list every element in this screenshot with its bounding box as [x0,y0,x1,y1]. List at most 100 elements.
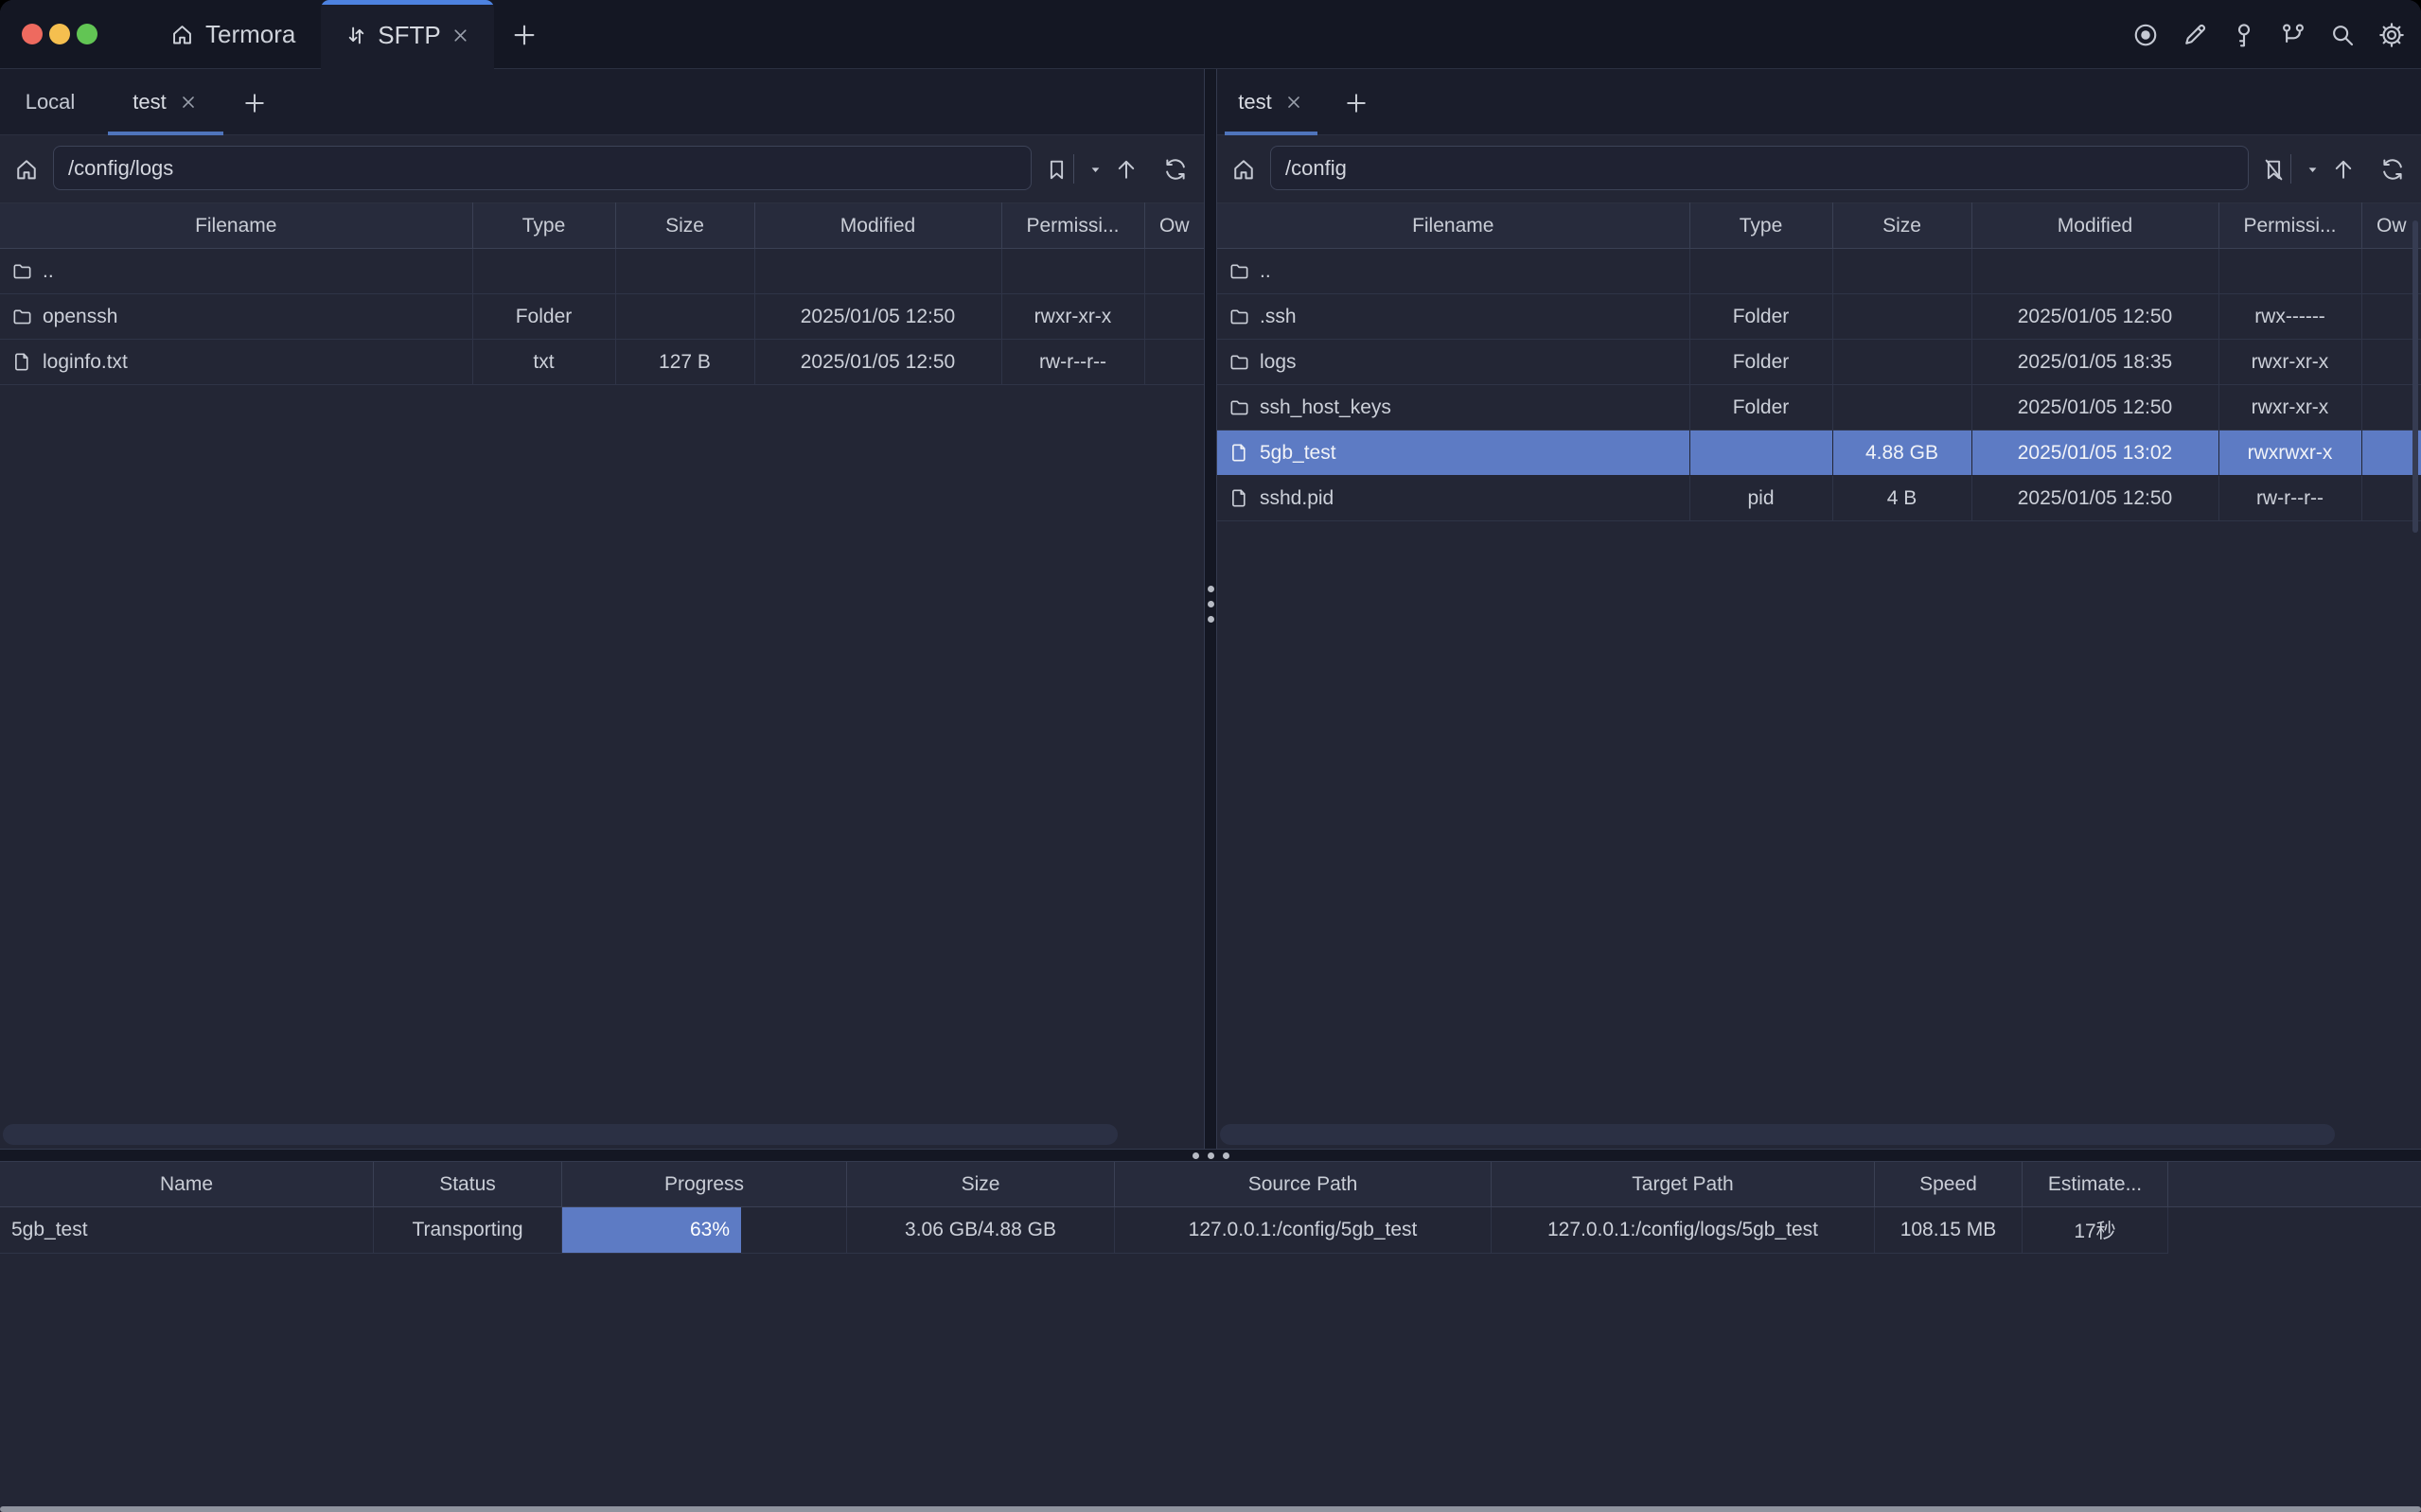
parent-directory-button[interactable] [1111,154,1141,185]
tab-local[interactable]: Local [0,69,100,135]
parent-directory-button[interactable] [2328,154,2359,185]
file-modified [1971,249,2218,294]
new-session-button[interactable] [1340,87,1372,119]
col-source-path[interactable]: Source Path [1115,1162,1492,1206]
file-modified: 2025/01/05 12:50 [754,294,1001,340]
home-button[interactable] [11,154,42,185]
vertical-scrollbar-thumb[interactable] [2412,220,2418,533]
transfer-row[interactable]: 5gb_test Transporting 63% 3.06 GB/4.88 G… [0,1207,2168,1254]
new-tab-button[interactable] [507,18,541,52]
pane-splitter[interactable] [1204,69,1217,1149]
bookmark-button[interactable] [2258,154,2288,185]
file-type: Folder [1689,294,1832,340]
home-icon [169,22,195,47]
col-permissions[interactable]: Permissi... [2218,203,2361,249]
col-owner[interactable]: Ow [1144,203,1204,249]
bookmark-dropdown-button[interactable] [1080,154,1110,185]
col-modified[interactable]: Modified [754,203,1001,249]
path-input[interactable] [53,146,1032,190]
file-row[interactable]: loginfo.txt txt 127 B 2025/01/05 12:50 r… [0,340,1204,385]
file-name: loginfo.txt [43,351,128,374]
branch-button[interactable] [2279,21,2307,49]
splitter-dot [1223,1152,1229,1159]
col-filename[interactable]: Filename [1217,203,1689,249]
close-icon[interactable] [1283,92,1304,113]
col-estimate[interactable]: Estimate... [2023,1162,2168,1206]
arrow-up-icon [2330,156,2357,183]
col-size[interactable]: Size [615,203,754,249]
file-row[interactable]: openssh Folder 2025/01/05 12:50 rwxr-xr-… [0,294,1204,340]
new-session-button[interactable] [239,87,271,119]
app-tab-label: Termora [205,20,295,49]
tab-sftp[interactable]: SFTP [321,0,494,70]
splitter-dot [1208,586,1214,592]
edit-icon [2181,21,2209,49]
horizontal-scrollbar-thumb[interactable] [1220,1124,2335,1145]
tab-test-label: test [133,90,166,114]
file-row-selected[interactable]: 5gb_test 4.88 GB 2025/01/05 13:02 rwxrwx… [1217,431,2421,476]
col-type[interactable]: Type [472,203,615,249]
bookmark-dropdown-button[interactable] [2297,154,2327,185]
folder-icon [1228,351,1250,373]
refresh-button[interactable] [1160,154,1191,185]
home-button[interactable] [1228,154,1259,185]
col-type[interactable]: Type [1689,203,1832,249]
path-input[interactable] [1270,146,2249,190]
local-file-table: Filename Type Size Modified Permissi... … [0,202,1204,385]
zoom-window-button[interactable] [77,24,97,44]
col-size[interactable]: Size [1832,203,1971,249]
search-icon [2328,21,2357,49]
splitter-dot [1208,601,1214,607]
titlebar: Termora SFTP [0,0,2421,69]
file-row[interactable]: ssh_host_keys Folder 2025/01/05 12:50 rw… [1217,385,2421,431]
col-target-path[interactable]: Target Path [1492,1162,1875,1206]
col-status[interactable]: Status [374,1162,562,1206]
col-filename[interactable]: Filename [0,203,472,249]
tab-termora[interactable]: Termora [156,0,309,69]
arrow-up-icon [1113,156,1140,183]
chevron-down-icon [1087,162,1104,178]
col-modified[interactable]: Modified [1971,203,2218,249]
file-permissions: rwxr-xr-x [2218,340,2361,385]
transfer-estimate: 17秒 [2023,1207,2168,1253]
file-permissions: rw-r--r-- [1001,340,1144,385]
file-type [1689,249,1832,294]
file-size [1832,249,1971,294]
refresh-icon [1162,156,1189,183]
plus-icon [510,21,539,49]
file-size [1832,385,1971,431]
close-window-button[interactable] [22,24,43,44]
bookmark-button[interactable] [1041,154,1071,185]
col-progress[interactable]: Progress [562,1162,847,1206]
keys-button[interactable] [2230,21,2258,49]
col-size[interactable]: Size [847,1162,1115,1206]
col-permissions[interactable]: Permissi... [1001,203,1144,249]
file-modified: 2025/01/05 12:50 [1971,476,2218,521]
file-row[interactable]: .ssh Folder 2025/01/05 12:50 rwx------ [1217,294,2421,340]
file-name: logs [1260,351,1297,374]
chevron-down-icon [2305,162,2321,178]
file-row[interactable]: sshd.pid pid 4 B 2025/01/05 12:50 rw-r--… [1217,476,2421,521]
bottom-scrollbar-thumb[interactable] [0,1506,2421,1512]
refresh-button[interactable] [2377,154,2408,185]
file-row[interactable]: .. [1217,249,2421,294]
close-icon[interactable] [178,92,199,113]
file-type [1689,431,1832,476]
col-name[interactable]: Name [0,1162,374,1206]
transfer-panel-splitter[interactable] [0,1149,2421,1162]
tab-test-left[interactable]: test [100,69,231,135]
close-icon[interactable] [450,25,471,46]
search-button[interactable] [2328,21,2357,49]
col-speed[interactable]: Speed [1875,1162,2023,1206]
window-controls [22,24,97,44]
file-owner [1144,340,1204,385]
file-row[interactable]: logs Folder 2025/01/05 18:35 rwxr-xr-x [1217,340,2421,385]
record-button[interactable] [2131,21,2160,49]
edit-button[interactable] [2181,21,2209,49]
bookmark-off-icon [2261,157,2287,183]
settings-button[interactable] [2377,21,2406,49]
horizontal-scrollbar-thumb[interactable] [3,1124,1118,1145]
tab-test-right[interactable]: test [1217,69,1325,135]
file-row[interactable]: .. [0,249,1204,294]
minimize-window-button[interactable] [49,24,70,44]
